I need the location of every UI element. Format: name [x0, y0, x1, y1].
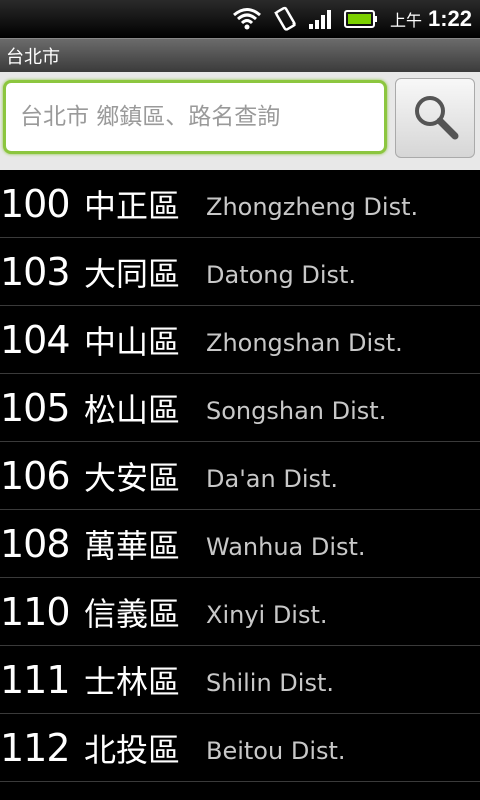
search-field[interactable] — [3, 80, 387, 154]
postal-code: 112 — [0, 725, 71, 770]
list-item[interactable]: 103 大同區 Datong Dist. — [0, 238, 480, 306]
district-name-zh: 中山區 — [84, 322, 181, 361]
district-name-zh: 萬華區 — [84, 526, 181, 565]
search-button[interactable] — [395, 78, 475, 158]
district-name-en: Datong Dist. — [206, 260, 357, 289]
district-name-zh: 大安區 — [84, 458, 181, 497]
district-name-zh: 中正區 — [84, 186, 181, 225]
list-item[interactable]: 106 大安區 Da'an Dist. — [0, 442, 480, 510]
search-icon — [409, 90, 461, 146]
postal-code: 104 — [0, 317, 71, 362]
postal-code: 105 — [0, 385, 71, 430]
battery-icon — [343, 4, 378, 34]
district-name-en: Zhongshan Dist. — [206, 328, 403, 357]
page-title: 台北市 — [6, 46, 60, 68]
district-list: 100 中正區 Zhongzheng Dist. 103 大同區 Datong … — [0, 170, 480, 782]
district-name-en: Xinyi Dist. — [206, 600, 328, 629]
list-item[interactable]: 105 松山區 Songshan Dist. — [0, 374, 480, 442]
district-name-zh: 北投區 — [84, 730, 181, 769]
postal-code: 103 — [0, 249, 71, 294]
district-name-en: Shilin Dist. — [206, 668, 334, 697]
district-name-zh: 松山區 — [84, 390, 181, 429]
district-name-zh: 信義區 — [84, 594, 181, 633]
postal-code: 108 — [0, 521, 71, 566]
postal-code: 111 — [0, 657, 71, 702]
title-bar: 台北市 — [0, 38, 480, 72]
search-row — [0, 72, 480, 170]
list-item[interactable]: 108 萬華區 Wanhua Dist. — [0, 510, 480, 578]
signal-icon — [308, 4, 334, 34]
list-item[interactable]: 112 北投區 Beitou Dist. — [0, 714, 480, 782]
list-item[interactable]: 104 中山區 Zhongshan Dist. — [0, 306, 480, 374]
district-name-en: Da'an Dist. — [206, 464, 339, 493]
search-input[interactable] — [18, 103, 384, 131]
district-name-zh: 大同區 — [84, 254, 181, 293]
status-bar: 上午 1:22 — [0, 0, 480, 38]
postal-code: 100 — [0, 181, 71, 226]
district-name-en: Wanhua Dist. — [206, 532, 366, 561]
postal-code: 106 — [0, 453, 71, 498]
vibrate-icon — [272, 4, 298, 34]
district-name-zh: 士林區 — [84, 662, 181, 701]
district-name-en: Songshan Dist. — [206, 396, 387, 425]
status-clock: 1:22 — [427, 6, 472, 31]
list-item[interactable]: 111 士林區 Shilin Dist. — [0, 646, 480, 714]
list-item[interactable]: 110 信義區 Xinyi Dist. — [0, 578, 480, 646]
postal-code: 110 — [0, 589, 71, 634]
list-item[interactable]: 100 中正區 Zhongzheng Dist. — [0, 170, 480, 238]
wifi-icon — [232, 4, 262, 34]
district-name-en: Zhongzheng Dist. — [206, 192, 419, 221]
district-name-en: Beitou Dist. — [206, 736, 346, 765]
status-ampm: 上午 — [389, 11, 422, 30]
